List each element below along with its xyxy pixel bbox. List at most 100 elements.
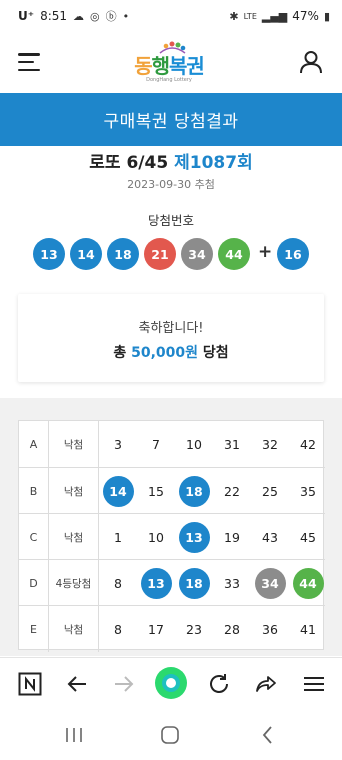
more-dot-icon: • <box>122 9 130 23</box>
status-time: 8:51 <box>40 9 68 23</box>
matched-number-ball: 18 <box>178 475 210 507</box>
status-bar: U⁺ 8:51 ☁ ◎ ⓑ • ✱ LTE ▂▄▆ 47% ▮ <box>0 0 342 32</box>
prize-prefix: 총 <box>113 345 127 361</box>
ticket-number: 31 <box>224 436 240 452</box>
n-icon[interactable] <box>16 670 44 698</box>
recents-icon[interactable] <box>62 724 86 746</box>
ticket-number: 10 <box>148 529 164 545</box>
hamburger-menu-icon[interactable] <box>18 53 40 71</box>
home-circle-icon[interactable] <box>154 666 188 700</box>
app-notification-icon: ⓑ <box>105 10 117 23</box>
ticket-row: C 낙첨 1 10 13 19 43 45 <box>19 513 325 560</box>
ticket-number: 33 <box>224 575 240 591</box>
menu-icon[interactable] <box>300 670 328 698</box>
status-right: ✱ LTE ▂▄▆ 47% ▮ <box>229 9 330 23</box>
ticket-number: 14 <box>99 468 137 514</box>
instagram-icon: ◎ <box>90 9 100 23</box>
matched-number-ball: 13 <box>178 521 210 553</box>
matched-number-ball: 13 <box>140 567 172 599</box>
ticket-number: 17 <box>148 621 164 637</box>
game-result: 낙첨 <box>49 468 99 514</box>
forward-icon[interactable] <box>110 670 138 698</box>
ticket-number: 22 <box>224 483 240 499</box>
carrier-label: U⁺ <box>18 9 35 23</box>
user-profile-icon[interactable] <box>298 49 324 75</box>
network-type: LTE <box>243 11 257 21</box>
system-navigation-bar <box>0 710 342 760</box>
bluetooth-icon: ✱ <box>229 9 239 23</box>
ticket-row: D 4등당첨 8 13 18 33 34 44 <box>19 559 327 606</box>
lotto-name: 로또 6/45 <box>89 153 169 173</box>
winning-ball: 13 <box>33 238 65 270</box>
ticket-number: 34 <box>251 560 289 606</box>
ticket-number: 18 <box>175 468 213 514</box>
winning-numbers: 13 14 18 21 34 44 + 16 <box>0 238 342 272</box>
ticket-number: 23 <box>186 621 202 637</box>
ticket-number: 25 <box>262 483 278 499</box>
game-label: E <box>19 606 49 652</box>
winning-ball: 18 <box>107 238 139 270</box>
winning-ball: 34 <box>181 238 213 270</box>
result-summary-card: 축하합니다! 총 50,000원 당첨 <box>18 294 324 382</box>
draw-date: 2023-09-30 추첨 <box>127 178 215 191</box>
matched-number-ball: 18 <box>178 567 210 599</box>
ticket-number: 15 <box>148 483 164 499</box>
ticket-table: A 낙첨 3 7 10 31 32 42 B 낙첨 14 15 18 22 25 35 C 낙첨 1 10 13 19 43… <box>18 420 327 652</box>
browser-toolbar <box>0 657 342 709</box>
ticket-number: 10 <box>186 436 202 452</box>
draw-title: 로또 6/45 제1087회 <box>0 148 342 173</box>
congrats-text: 축하합니다! <box>138 321 204 336</box>
share-icon[interactable] <box>252 670 280 698</box>
game-label: D <box>19 560 49 606</box>
matched-number-ball: 44 <box>292 567 324 599</box>
prize-amount: 50,000원 <box>131 345 199 361</box>
cloud-icon: ☁ <box>73 9 85 23</box>
ticket-number: 44 <box>289 560 327 606</box>
logo-subtitle: DongHang Lottery <box>146 77 192 83</box>
ticket-number: 3 <box>114 436 122 452</box>
app-header: 동행복권 DongHang Lottery <box>0 32 342 92</box>
prize-line: 총 50,000원 당첨 <box>18 342 324 362</box>
donghang-logo[interactable]: 동행복권 DongHang Lottery <box>134 41 205 83</box>
winning-ball: 44 <box>218 238 250 270</box>
ticket-number: 8 <box>114 621 122 637</box>
bonus-plus-sign: + <box>258 242 273 262</box>
ticket-number: 13 <box>137 560 175 606</box>
battery-percent: 47% <box>292 9 319 23</box>
ticket-number: 7 <box>152 436 160 452</box>
prize-suffix: 당첨 <box>202 345 229 361</box>
ticket-number: 19 <box>224 529 240 545</box>
ticket-number: 18 <box>175 560 213 606</box>
home-icon[interactable] <box>158 724 182 746</box>
back-icon[interactable] <box>63 670 91 698</box>
logo-text: 동행복권 <box>134 54 205 78</box>
ticket-number: 45 <box>300 529 316 545</box>
ticket-number: 35 <box>300 483 316 499</box>
page-title: 구매복권 당첨결과 <box>103 112 239 132</box>
matched-number-ball: 34 <box>254 567 286 599</box>
game-result: 4등당첨 <box>49 560 99 606</box>
back-nav-icon[interactable] <box>256 724 280 746</box>
game-label: A <box>19 421 49 467</box>
game-result: 낙첨 <box>49 421 99 467</box>
game-result: 낙첨 <box>49 606 99 652</box>
draw-number: 제1087회 <box>174 153 253 173</box>
game-result: 낙첨 <box>49 514 99 560</box>
ticket-number: 43 <box>262 529 278 545</box>
matched-number-ball: 14 <box>102 475 134 507</box>
status-left: U⁺ 8:51 ☁ ◎ ⓑ • <box>18 8 129 24</box>
game-label: B <box>19 468 49 514</box>
ticket-row: A 낙첨 3 7 10 31 32 42 <box>19 421 325 467</box>
ticket-number: 32 <box>262 436 278 452</box>
ticket-number: 13 <box>175 514 213 560</box>
refresh-icon[interactable] <box>205 670 233 698</box>
bonus-ball: 16 <box>277 238 309 270</box>
ticket-number: 1 <box>114 529 122 545</box>
battery-icon: ▮ <box>323 9 330 23</box>
logo-figures-icon <box>159 41 186 54</box>
ticket-row: B 낙첨 14 15 18 22 25 35 <box>19 467 325 514</box>
winning-ball: 21 <box>144 238 176 270</box>
ticket-number: 42 <box>300 436 316 452</box>
ticket-number: 8 <box>114 575 122 591</box>
ticket-row: E 낙첨 8 17 23 28 36 41 <box>19 605 325 652</box>
